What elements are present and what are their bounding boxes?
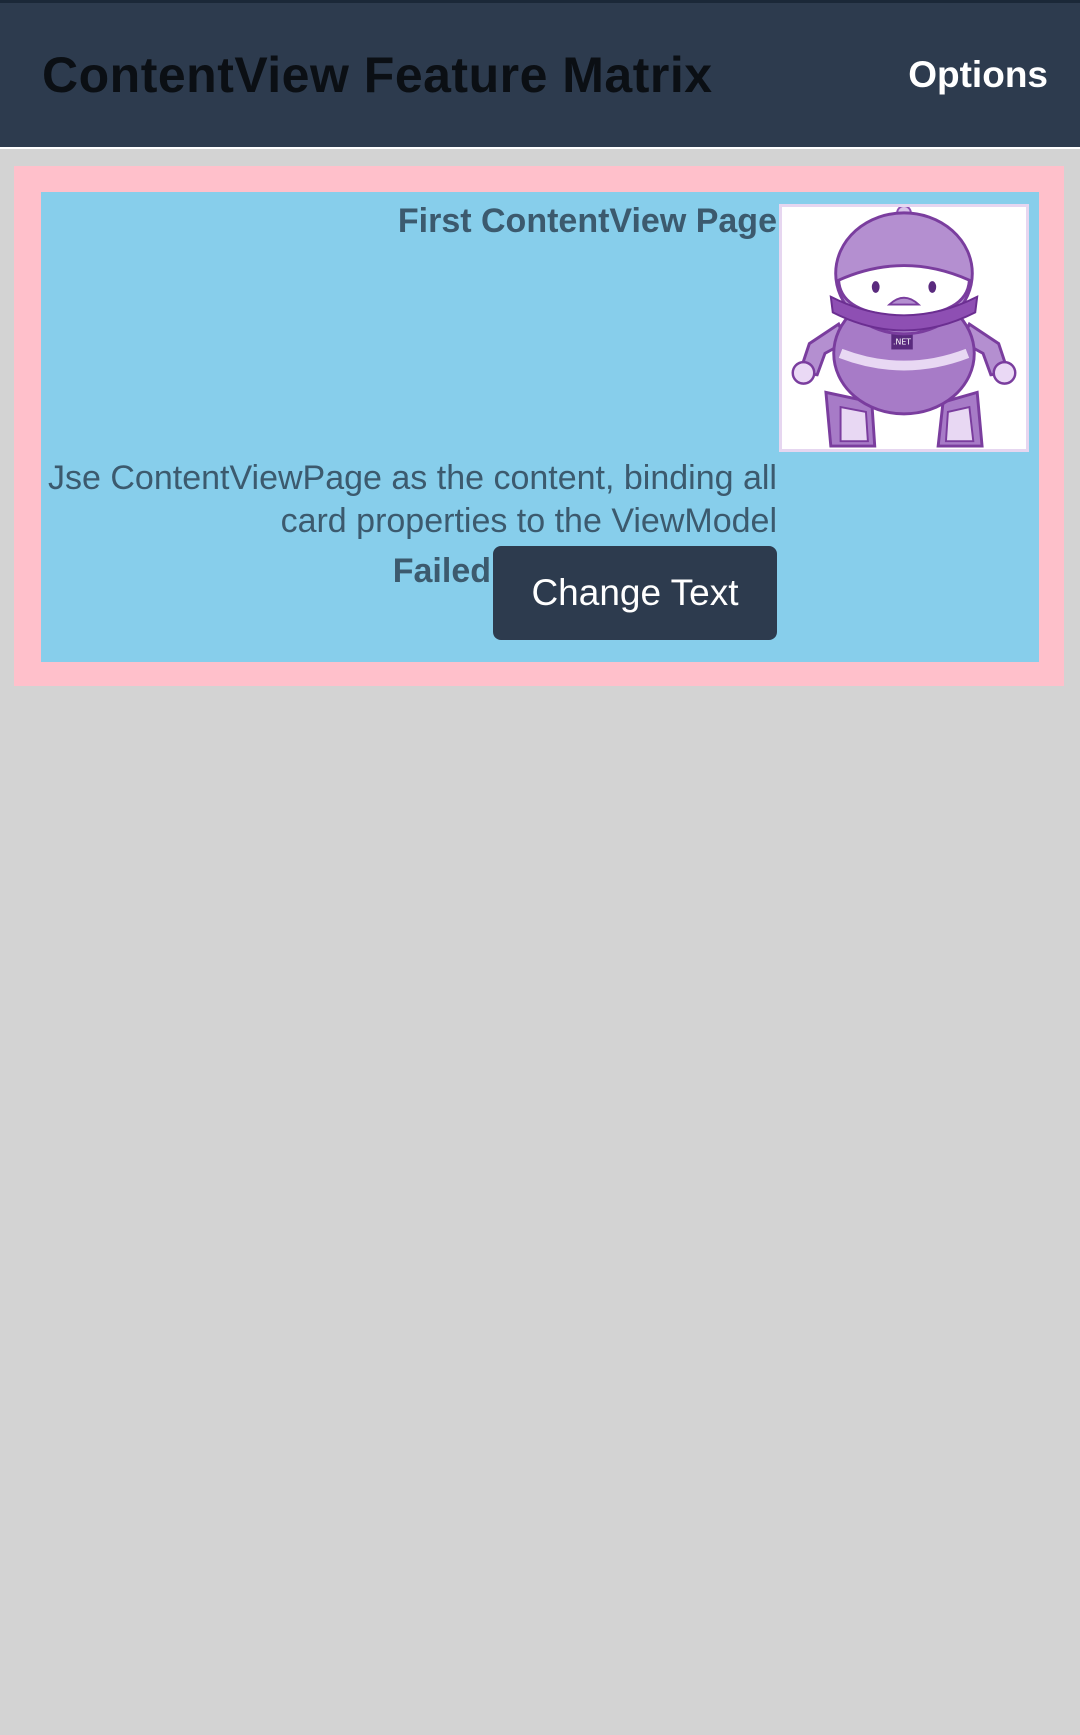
dotnet-bot-icon: .NET <box>791 207 1017 448</box>
content-view-card: First ContentView Page .NET Jse ContentV… <box>14 166 1064 686</box>
status-strip <box>0 0 1080 3</box>
card-description: Jse ContentViewPage as the content, bind… <box>48 459 777 540</box>
card-image: .NET <box>779 204 1029 452</box>
status-label: Failed <box>392 552 491 590</box>
card-title: First ContentView Page <box>397 202 777 240</box>
badge-text: .NET <box>893 338 911 347</box>
card-body: First ContentView Page .NET Jse ContentV… <box>41 192 1039 662</box>
page-title: ContentView Feature Matrix <box>42 47 713 103</box>
navigation-bar: ContentView Feature Matrix Options <box>0 0 1080 149</box>
change-text-button[interactable]: Change Text <box>493 546 777 640</box>
options-toolbar-item[interactable]: Options <box>908 54 1048 96</box>
